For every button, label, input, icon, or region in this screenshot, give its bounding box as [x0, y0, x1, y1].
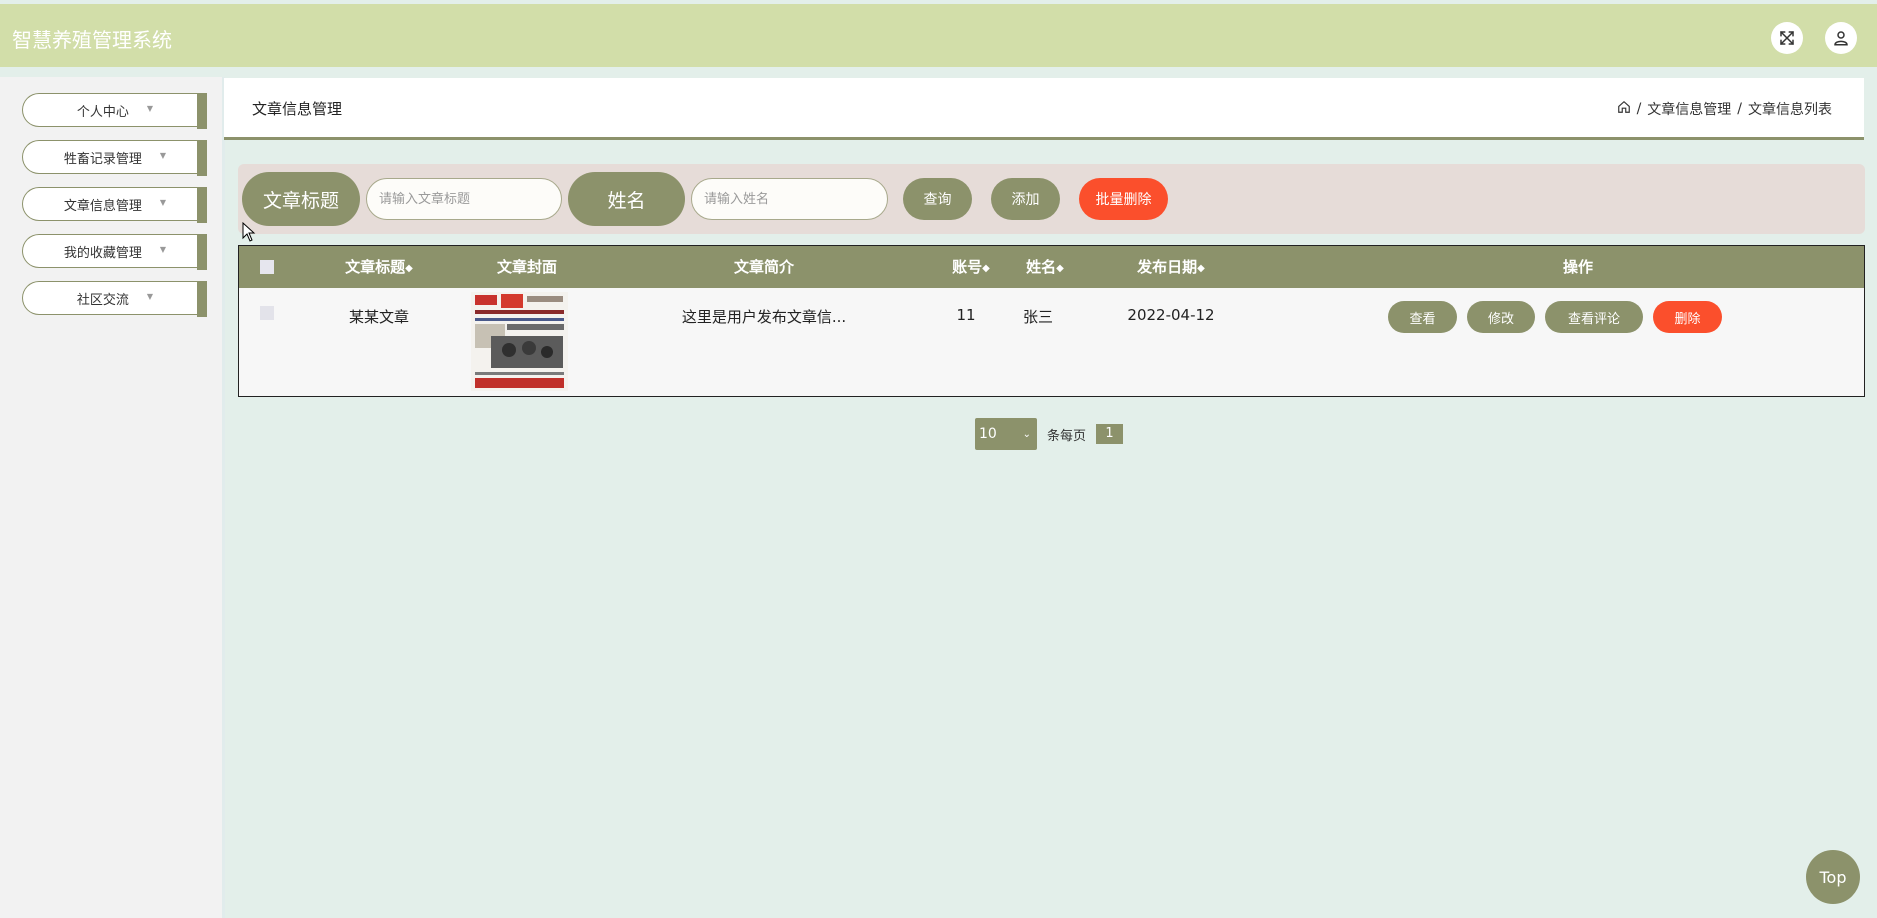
sidebar-item-livestock-records[interactable]: 牲畜记录管理 ▼ [22, 140, 207, 176]
article-cover-image[interactable] [471, 292, 568, 391]
sidebar-item-community[interactable]: 社区交流 ▼ [22, 281, 207, 317]
sidebar-item-label: 我的收藏管理 [63, 245, 142, 261]
caret-down-icon: ▼ [159, 197, 167, 207]
top-header: 智慧养殖管理系统 [0, 4, 1877, 67]
page-title: 文章信息管理 [252, 100, 343, 118]
caret-down-icon: ▼ [159, 244, 167, 254]
sidebar-item-favorites[interactable]: 我的收藏管理 ▼ [22, 234, 207, 270]
sort-icon: ◆ [1197, 263, 1205, 274]
sidebar-item-marker [197, 234, 207, 270]
sidebar-item-marker [197, 93, 207, 129]
select-all-checkbox[interactable] [260, 260, 274, 274]
caret-down-icon: ▼ [146, 291, 154, 301]
view-comments-button[interactable]: 查看评论 [1545, 301, 1643, 333]
page-number-current[interactable]: 1 [1096, 424, 1123, 444]
article-table: 文章标题◆ 文章封面 文章简介 账号◆ 姓名◆ 发布日期◆ 操作 某某文章 这里… [238, 245, 1865, 397]
title-search-input[interactable] [366, 178, 562, 220]
caret-down-icon: ▼ [159, 150, 167, 160]
cell-date: 2022-04-12 [1127, 306, 1215, 324]
caret-down-icon: ▼ [146, 103, 154, 113]
header-title[interactable]: 文章标题◆ [319, 246, 439, 288]
home-icon[interactable] [1617, 100, 1631, 118]
cell-summary: 这里是用户发布文章信... [681, 308, 847, 326]
page-header: 文章信息管理 / 文章信息管理 / 文章信息列表 [224, 78, 1864, 140]
header-actions: 操作 [1562, 258, 1593, 276]
name-search-label: 姓名 [568, 172, 685, 226]
name-search-input[interactable] [691, 178, 888, 220]
row-checkbox[interactable] [260, 306, 274, 320]
query-button[interactable]: 查询 [903, 178, 972, 220]
sidebar-item-label: 牲畜记录管理 [63, 151, 142, 167]
breadcrumb-item: 文章信息列表 [1748, 102, 1832, 118]
fullscreen-icon[interactable] [1771, 22, 1803, 54]
breadcrumb-separator: / [1737, 101, 1742, 117]
header-summary: 文章简介 [733, 258, 794, 276]
cell-name: 张三 [1022, 308, 1053, 326]
user-icon[interactable] [1825, 22, 1857, 54]
sidebar: 个人中心 ▼ 牲畜记录管理 ▼ 文章信息管理 ▼ 我的收藏管理 ▼ 社区交流 ▼ [0, 77, 225, 918]
search-panel: 文章标题 姓名 查询 添加 批量删除 [238, 164, 1865, 234]
cell-account: 11 [956, 306, 976, 324]
table-header: 文章标题◆ 文章封面 文章简介 账号◆ 姓名◆ 发布日期◆ 操作 [239, 246, 1864, 288]
sort-icon: ◆ [405, 263, 413, 274]
delete-button[interactable]: 删除 [1653, 301, 1722, 333]
breadcrumb-item[interactable]: 文章信息管理 [1647, 99, 1731, 119]
title-search-label: 文章标题 [242, 172, 360, 226]
page-size-select[interactable]: 10 ⌄ [975, 418, 1037, 450]
cell-title: 某某文章 [348, 308, 409, 326]
sidebar-item-label: 文章信息管理 [63, 198, 142, 214]
per-page-label: 条每页 [1047, 429, 1087, 444]
sidebar-item-label: 个人中心 [76, 104, 129, 120]
batch-delete-button[interactable]: 批量删除 [1079, 178, 1168, 220]
breadcrumb: / 文章信息管理 / 文章信息列表 [1617, 99, 1832, 119]
edit-button[interactable]: 修改 [1467, 301, 1535, 333]
breadcrumb-separator: / [1636, 101, 1642, 117]
sidebar-item-marker [197, 140, 207, 176]
app-title: 智慧养殖管理系统 [12, 28, 172, 52]
mouse-cursor-icon [242, 221, 256, 246]
header-cover: 文章封面 [496, 258, 557, 276]
add-button[interactable]: 添加 [991, 178, 1060, 220]
view-button[interactable]: 查看 [1388, 301, 1457, 333]
sidebar-item-label: 社区交流 [76, 292, 129, 308]
sidebar-item-personal-center[interactable]: 个人中心 ▼ [22, 93, 207, 129]
sidebar-item-marker [197, 187, 207, 223]
chevron-down-icon: ⌄ [1022, 428, 1031, 440]
page-size-value: 10 [979, 426, 997, 442]
sidebar-item-marker [197, 281, 207, 317]
header-name[interactable]: 姓名◆ [1005, 246, 1085, 288]
back-to-top-button[interactable]: Top [1806, 850, 1860, 904]
header-account[interactable]: 账号◆ [931, 246, 1011, 288]
header-date[interactable]: 发布日期◆ [1106, 246, 1236, 288]
sidebar-item-articles[interactable]: 文章信息管理 ▼ [22, 187, 207, 223]
sort-icon: ◆ [1056, 263, 1064, 274]
sort-icon: ◆ [982, 263, 990, 274]
